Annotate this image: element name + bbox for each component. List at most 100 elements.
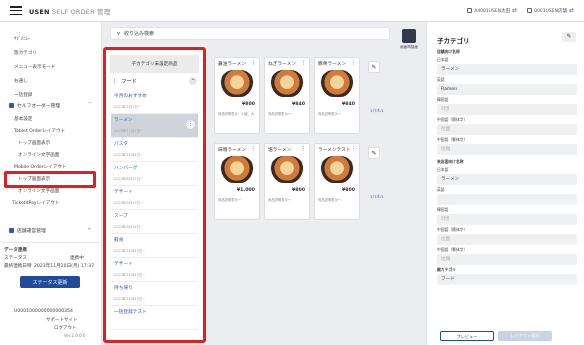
category-row[interactable]: スープ 2023年9月14日~	[111, 210, 198, 234]
more-icon[interactable]: ⋮	[301, 147, 306, 153]
sidebar-item[interactable]: オンライン文字画面	[18, 188, 59, 194]
guest-name-ko-field: 라멘	[437, 214, 577, 225]
product-image	[270, 70, 304, 97]
category-row[interactable]: ハンバーグ 2023年8月17日~	[111, 162, 198, 186]
name-en-field: Ramen	[437, 84, 577, 95]
sidebar-item[interactable]: ｻﾌﾞﾒﾆｭｰ	[14, 36, 30, 42]
guest-name-zh-cn-field: 拉面	[437, 234, 577, 245]
swap-icon: ⇄	[568, 7, 574, 14]
category-row[interactable]: パスタ 2023年11月1日~	[111, 138, 198, 162]
product-image	[220, 156, 254, 183]
user-id: U0001000000000000354	[14, 309, 73, 314]
store-menu[interactable]: 0001USEN店舗 ⇄	[527, 7, 574, 14]
sidebar-section-store[interactable]: 店舗運営管理	[9, 227, 46, 234]
screen-icon	[402, 29, 416, 43]
guest-name-en-field	[437, 194, 577, 205]
sidebar-item-ticketpay[interactable]: TicketdPayレイアウト	[12, 200, 60, 206]
category-row[interactable]: デザート 2023年9月15日~	[111, 186, 198, 210]
category-row[interactable]: 一括登録テスト	[111, 306, 198, 330]
parent-label: 親カテゴリ	[437, 267, 456, 272]
more-icon[interactable]: ⋮	[251, 147, 256, 153]
preview-button[interactable]: プレビュー	[440, 331, 494, 341]
panel-label: 3パネル	[370, 108, 384, 113]
more-icon[interactable]: ⋮	[301, 61, 306, 67]
sidebar-item[interactable]: メニュー表示モード	[14, 64, 55, 70]
sidebar-item[interactable]: オンライン文字画面	[18, 152, 59, 158]
sidebar-item[interactable]: 旅カテゴリ	[14, 50, 37, 56]
status-value: 連携中	[70, 256, 84, 261]
menu-icon[interactable]	[10, 6, 22, 15]
chevron-down-icon: v	[117, 30, 120, 37]
status-title: データ連携	[4, 248, 27, 253]
product-image	[220, 70, 254, 97]
name-ja-field: ラーメン	[437, 64, 577, 75]
chevron-down-icon: v	[88, 227, 91, 232]
sidebar-item[interactable]: 基本設定	[14, 116, 32, 122]
logout-link[interactable]: ログアウト	[54, 325, 77, 331]
category-row[interactable]: 今月のおすすめ 2023年1月1日~	[111, 90, 198, 114]
category-row[interactable]: デザート 2023年11月13日~	[111, 258, 198, 282]
category-row[interactable]: 持ち帰り 2023年11月13日~	[111, 282, 198, 306]
product-image	[270, 156, 304, 183]
section-label: 店舗向け名称	[437, 49, 460, 54]
highlight-box-ticketpay	[4, 171, 96, 188]
guest-name-zh-tw-field: 拉麵	[437, 254, 577, 265]
product-card[interactable]: 味噌ラーメン ⋮ ¥1,000 商品説明表示～	[214, 143, 260, 220]
chevron-up-icon[interactable]: ^	[189, 77, 197, 85]
sidebar-item[interactable]: 一括登録	[14, 92, 32, 98]
user-icon	[467, 8, 473, 13]
section-label: 来店客向け名称	[437, 159, 464, 164]
product-card[interactable]: ねぎラーメン ⋮ ¥840 商品説明表示～	[264, 57, 310, 134]
version-text: Ver.2.0.0.0	[64, 333, 86, 338]
user-menu[interactable]: A4001USEN太田 ⇄	[467, 7, 517, 14]
filter-toggle[interactable]: v 絞り込み検索	[110, 27, 390, 40]
parent-category-field: フード	[437, 274, 577, 285]
preview-refresh[interactable]: 画面再描画	[398, 27, 420, 57]
product-card[interactable]: 塩ラーメン ⋮ ¥800 商品説明表示～	[264, 143, 310, 220]
more-icon[interactable]: ⋮	[351, 147, 356, 153]
category-row[interactable]: 軽食 2023年11月13日~	[111, 234, 198, 258]
more-icon[interactable]: ⋮	[186, 120, 195, 129]
detail-title: 子カテゴリ	[437, 37, 470, 45]
category-list: 子カテゴリ未設定商品 ⋮ フード ^ 今月のおすすめ 2023年1月1日~ ラーメン 2…	[103, 47, 206, 343]
support-link[interactable]: サポートサイト	[46, 317, 78, 323]
uncategorized-products[interactable]: 子カテゴリ未設定商品	[110, 55, 199, 73]
product-card[interactable]: 醤油ラーメン ⋮ ¥800 商品説明表示：小盛、大	[214, 57, 260, 134]
product-card[interactable]: ラーメンテスト ⋮ ¥800 商品説明表示～	[314, 143, 360, 220]
edit-icon[interactable]: ✎	[368, 61, 380, 73]
app-brand: USEN SELF ORDER 管理	[29, 7, 111, 16]
sidebar-item[interactable]: お通し	[14, 78, 28, 84]
swap-icon: ⇄	[512, 7, 518, 14]
sidebar-item[interactable]: トップ画面表示	[18, 140, 50, 146]
store-icon	[527, 8, 533, 13]
status-update-button[interactable]: ステータス更新	[20, 276, 80, 288]
sidebar-item[interactable]: Mobile Orderレイアウト	[14, 164, 67, 170]
guest-name-ja-field: ラーメン	[437, 174, 577, 185]
sidebar-item[interactable]: Tablet Orderレイアウト	[14, 128, 65, 134]
product-card[interactable]: 豚骨ラーメン ⋮ ¥840 商品説明表示～	[314, 57, 360, 134]
store-icon	[9, 228, 14, 233]
product-image	[320, 156, 354, 183]
name-zh-cn-field: 拉面	[437, 124, 577, 135]
sidebar-section-self-order[interactable]: セルフオーダー管理	[9, 102, 60, 109]
more-icon[interactable]: ⋮	[251, 61, 256, 67]
app-header: USEN SELF ORDER 管理 A4001USEN太田 ⇄ 0001USEN…	[0, 0, 584, 22]
edit-icon[interactable]: ✎	[562, 32, 576, 42]
edit-icon[interactable]: ✎	[368, 147, 380, 159]
tablet-icon	[9, 103, 14, 108]
category-group-food[interactable]: ⋮ フード ^	[112, 77, 197, 86]
panel-label: 3パネル	[370, 194, 384, 199]
save-layout-button[interactable]: レイアウト保存	[498, 331, 552, 341]
drag-handle-icon[interactable]: ⋮	[112, 79, 117, 85]
status-label: ステータス	[4, 256, 27, 261]
product-image	[320, 70, 354, 97]
chevron-up-icon: ^	[88, 102, 92, 107]
category-row-selected[interactable]: ラーメン 2023年11月1日~ ⋮	[111, 114, 198, 138]
more-icon[interactable]: ⋮	[351, 61, 356, 67]
updated-label: 最終連携日時	[4, 264, 32, 269]
updated-value: 2023年11月20日(月) 17:37	[34, 264, 95, 269]
name-zh-tw-field: 拉麵	[437, 144, 577, 155]
name-ko-field: 라멘	[437, 104, 577, 115]
detail-panel: 子カテゴリ ✎ 店舗向け名称 日本語 ラーメン 英語 Ramen 韓国語 라멘 中国語…	[426, 22, 584, 345]
product-grid: 醤油ラーメン ⋮ ¥800 商品説明表示：小盛、大 ねぎラーメン ⋮ ¥840 商品説明表示…	[210, 47, 392, 343]
